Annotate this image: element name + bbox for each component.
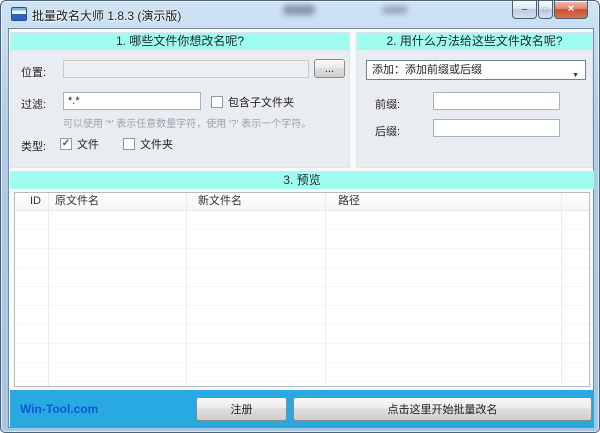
type-file-checkbox[interactable]: ✓ 文件 [60, 136, 99, 152]
checkbox-icon [123, 138, 135, 150]
titlebar[interactable]: 批量改名大师 1.8.3 (演示版) – □ × [1, 1, 599, 28]
suffix-input[interactable] [433, 119, 560, 137]
checkbox-icon [211, 96, 223, 108]
type-folder-checkbox[interactable]: 文件夹 [123, 136, 173, 152]
preview-table: ID 原文件名 新文件名 路径 [14, 192, 590, 387]
register-button-label: 注册 [231, 401, 253, 417]
close-button[interactable]: × [554, 1, 588, 19]
chevron-down-icon: ▼ [572, 67, 579, 85]
prefix-label: 前缀: [375, 96, 400, 112]
filter-input[interactable] [63, 92, 201, 110]
minimize-icon: – [522, 5, 528, 15]
type-label: 类型: [21, 138, 46, 154]
column-divider [325, 193, 326, 386]
blurred-watermark [382, 6, 408, 14]
method-dropdown[interactable]: 添加：添加前缀或后缀 ▼ [366, 60, 586, 80]
section1-header: 1. 哪些文件你想改名呢? [11, 33, 349, 50]
maximize-icon: □ [543, 6, 548, 14]
close-icon: × [568, 4, 574, 15]
section-files-panel: 1. 哪些文件你想改名呢? 位置: ... 过滤: 包含子文件夹 可以使用 '*… [10, 32, 350, 168]
footer-bar: Win-Tool.com 注册 点击这里开始批量改名 [10, 390, 594, 428]
maximize-button[interactable]: □ [538, 1, 553, 19]
preview-table-body [15, 211, 589, 386]
client-area: 1. 哪些文件你想改名呢? 位置: ... 过滤: 包含子文件夹 可以使用 '*… [8, 28, 594, 428]
preview-table-header: ID 原文件名 新文件名 路径 [15, 193, 589, 211]
column-header-new[interactable]: 新文件名 [186, 193, 325, 210]
app-icon [11, 7, 27, 21]
filter-label: 过滤: [21, 96, 46, 112]
location-input[interactable] [63, 60, 309, 78]
register-button[interactable]: 注册 [196, 397, 287, 421]
suffix-label: 后缀: [375, 123, 400, 139]
browse-button-label: ... [325, 63, 334, 75]
section3-header: 3. 预览 [10, 171, 594, 189]
app-window: 批量改名大师 1.8.3 (演示版) – □ × 1. 哪些文件你想改名呢? 位… [0, 0, 600, 433]
column-divider [561, 193, 562, 386]
column-divider [186, 193, 187, 386]
browse-button[interactable]: ... [314, 59, 345, 78]
section-method-panel: 2. 用什么方法给这些文件改名呢? 添加：添加前缀或后缀 ▼ 前缀: 后缀: [356, 32, 593, 168]
start-rename-button-label: 点击这里开始批量改名 [388, 401, 498, 417]
column-header-id[interactable]: ID [15, 193, 48, 210]
checkbox-checked-icon: ✓ [60, 138, 72, 150]
minimize-button[interactable]: – [512, 1, 537, 19]
type-folder-label: 文件夹 [140, 136, 173, 152]
window-title: 批量改名大师 1.8.3 (演示版) [32, 7, 181, 24]
column-divider [48, 193, 49, 386]
column-header-path[interactable]: 路径 [325, 193, 561, 210]
wildcard-hint: 可以使用 '*' 表示任意数量字符，使用 '?' 表示一个字符。 [63, 115, 311, 130]
blurred-watermark [283, 5, 315, 15]
include-subfolders-label: 包含子文件夹 [228, 94, 294, 110]
website-link[interactable]: Win-Tool.com [20, 402, 98, 416]
start-rename-button[interactable]: 点击这里开始批量改名 [293, 397, 592, 421]
method-dropdown-value: 添加：添加前缀或后缀 [372, 64, 482, 76]
column-header-original[interactable]: 原文件名 [48, 193, 186, 210]
prefix-input[interactable] [433, 92, 560, 110]
include-subfolders-checkbox[interactable]: 包含子文件夹 [211, 94, 294, 110]
section2-header: 2. 用什么方法给这些文件改名呢? [357, 33, 592, 50]
location-label: 位置: [21, 64, 46, 80]
type-file-label: 文件 [77, 136, 99, 152]
